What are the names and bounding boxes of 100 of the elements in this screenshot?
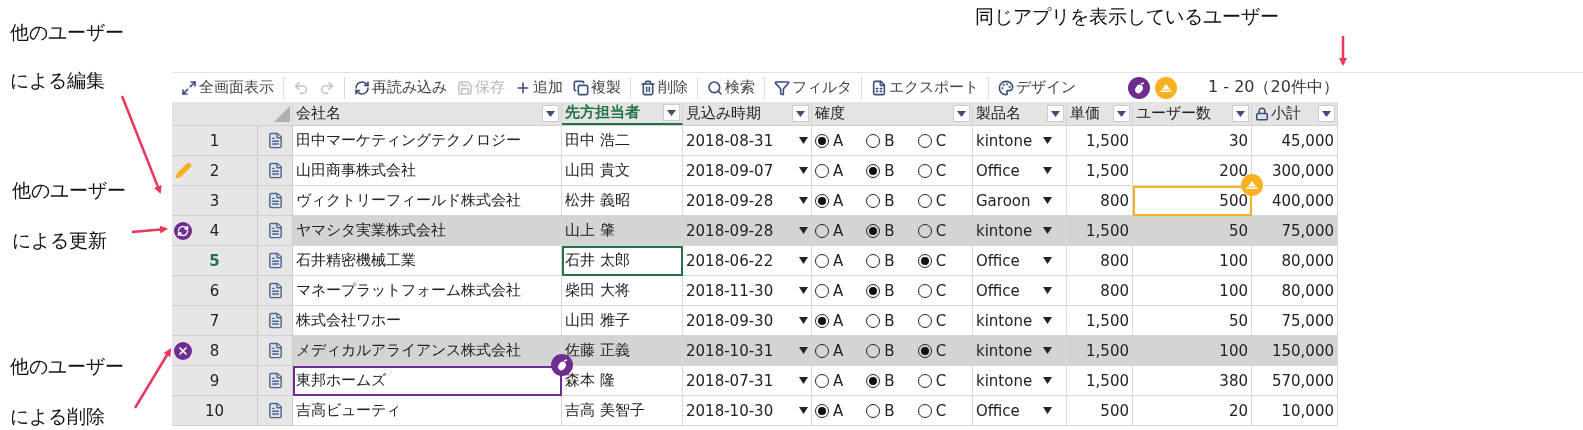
caret-icon[interactable]	[799, 167, 808, 174]
annotation-text: による編集	[10, 68, 106, 93]
radio-label: C	[935, 401, 947, 420]
radio-label: C	[935, 341, 947, 360]
arrow	[133, 348, 172, 409]
table-cell: 東邦ホームズ	[293, 366, 562, 396]
design-button[interactable]: デザイン	[996, 78, 1078, 97]
row-header[interactable]: 2	[172, 156, 258, 186]
caret-icon[interactable]	[799, 287, 808, 294]
table-cell: 500	[1133, 186, 1252, 216]
lock-icon	[1255, 106, 1269, 121]
column-menu-button[interactable]	[663, 104, 680, 121]
row-header[interactable]: 3	[172, 186, 258, 216]
radio-label: C	[935, 221, 947, 240]
annotation-text: による削除	[10, 404, 106, 429]
record-icon[interactable]	[266, 402, 284, 419]
caret-icon[interactable]	[799, 227, 808, 234]
copy-button[interactable]: 複製	[571, 78, 623, 97]
table-cell: 吉高ビューティ	[293, 396, 562, 426]
reload-icon	[354, 79, 370, 96]
radio-label: A	[833, 341, 844, 360]
column-header[interactable]: 単価	[1067, 102, 1133, 125]
caret-icon[interactable]	[1043, 167, 1052, 174]
radio-label: C	[935, 311, 947, 330]
row-header[interactable]: 6	[172, 276, 258, 306]
column-header[interactable]: 見込み時期	[683, 102, 812, 125]
row-header[interactable]: 10	[172, 396, 258, 426]
caret-icon[interactable]	[1043, 257, 1052, 264]
radio-label: C	[935, 371, 947, 390]
reload-button[interactable]: 再読み込み	[352, 78, 449, 97]
radio-label: A	[833, 191, 844, 210]
caret-icon[interactable]	[799, 257, 808, 264]
caret-icon[interactable]	[799, 137, 808, 144]
radio-label: B	[884, 341, 895, 360]
user-avatar[interactable]	[1128, 76, 1150, 99]
radio-label: A	[833, 221, 844, 240]
caret-icon[interactable]	[1043, 407, 1052, 414]
caret-icon[interactable]	[799, 347, 808, 354]
record-icon[interactable]	[266, 252, 284, 269]
caret-icon[interactable]	[1043, 137, 1052, 144]
caret-icon[interactable]	[1043, 227, 1052, 234]
table-cell: 山上 肇	[562, 216, 683, 246]
filter-icon	[774, 79, 790, 96]
column-menu-button[interactable]	[542, 105, 559, 122]
annotation-text: 他のユーザー	[12, 178, 126, 203]
record-icon[interactable]	[266, 162, 284, 179]
radio-label: B	[884, 221, 895, 240]
record-icon[interactable]	[266, 372, 284, 389]
dropdown-field[interactable]: Office	[973, 396, 1067, 426]
radio-label: B	[884, 371, 895, 390]
undo-icon	[293, 79, 309, 96]
radio-label: B	[884, 161, 895, 180]
fullscreen-button[interactable]: 全画面表示	[179, 78, 276, 97]
column-menu-button[interactable]	[1232, 105, 1249, 122]
caret-icon[interactable]	[1043, 317, 1052, 324]
record-icon[interactable]	[266, 282, 284, 299]
row-header[interactable]: 7	[172, 306, 258, 336]
row-header[interactable]: 8	[172, 336, 258, 366]
row-header[interactable]: 1	[172, 126, 258, 156]
caret-icon[interactable]	[799, 197, 808, 204]
table-cell: 石井 太郎	[562, 246, 683, 276]
column-header[interactable]: 確度	[812, 102, 973, 125]
radio-label: A	[833, 401, 844, 420]
annotation-text: 他のユーザー	[10, 354, 124, 379]
radio-label: C	[935, 281, 947, 300]
column-header[interactable]: 製品名	[973, 102, 1067, 125]
record-icon[interactable]	[266, 312, 284, 329]
caret-icon[interactable]	[799, 317, 808, 324]
column-header[interactable]: 小計	[1252, 102, 1338, 125]
column-header[interactable]: ユーザー数	[1133, 102, 1252, 125]
column-menu-button[interactable]	[1318, 105, 1335, 122]
record-icon[interactable]	[266, 222, 284, 239]
row-header[interactable]: 9	[172, 366, 258, 396]
date-field[interactable]: 2018-10-30	[683, 396, 812, 426]
add-button[interactable]: 追加	[513, 78, 565, 97]
search-icon	[707, 79, 723, 96]
annotation-text: 同じアプリを表示しているユーザー	[975, 4, 1279, 29]
record-icon[interactable]	[266, 342, 284, 359]
arrow	[1339, 36, 1347, 66]
column-header[interactable]: 会社名	[293, 102, 562, 125]
caret-icon[interactable]	[799, 377, 808, 384]
caret-icon	[957, 110, 966, 117]
filter-button[interactable]: フィルタ	[772, 78, 854, 97]
delete-button[interactable]: 削除	[638, 78, 690, 97]
caret-icon[interactable]	[1043, 197, 1052, 204]
column-menu-button[interactable]	[953, 105, 970, 122]
caret-icon[interactable]	[1043, 287, 1052, 294]
column-menu-button[interactable]	[1113, 105, 1130, 122]
record-icon[interactable]	[266, 132, 284, 149]
search-button[interactable]: 検索	[705, 78, 757, 97]
radio-label: B	[884, 191, 895, 210]
column-menu-button[interactable]	[1047, 105, 1064, 122]
row-header[interactable]: 5	[172, 246, 258, 276]
caret-icon[interactable]	[1043, 347, 1052, 354]
row-header[interactable]: 4	[172, 216, 258, 246]
export-button[interactable]: エクスポート	[869, 78, 981, 97]
record-icon[interactable]	[266, 192, 284, 209]
column-menu-button[interactable]	[792, 105, 809, 122]
caret-icon[interactable]	[1043, 377, 1052, 384]
caret-icon[interactable]	[799, 407, 808, 414]
